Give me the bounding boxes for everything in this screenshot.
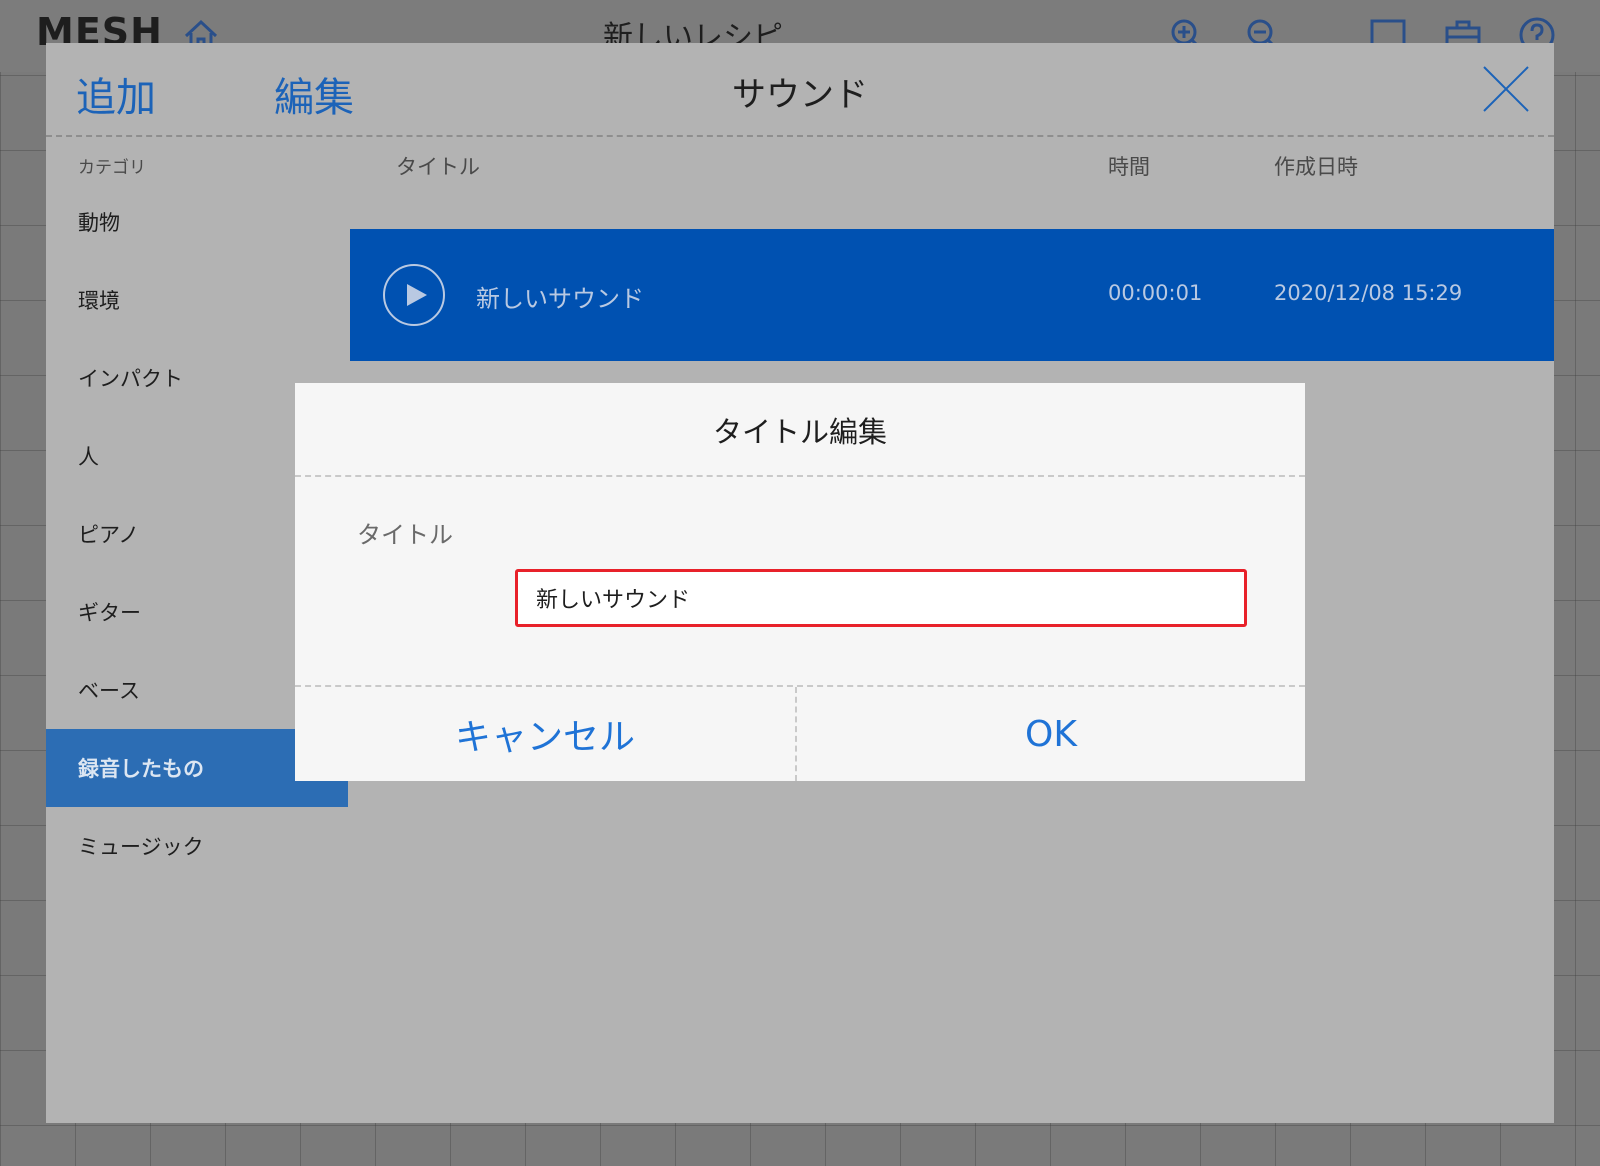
title-edit-dialog: タイトル編集 タイトル キャンセル OK: [295, 383, 1305, 781]
category-item-label: ピアノ: [78, 523, 140, 547]
category-item-label: ギター: [78, 601, 141, 625]
category-item-label: 動物: [78, 211, 120, 235]
title-field-label: タイトル: [357, 521, 453, 549]
title-input-frame: [515, 569, 1247, 627]
sound-list-row[interactable]: 新しいサウンド 00:00:01 2020/12/08 15:29: [350, 229, 1554, 361]
modal-title: サウンド: [732, 75, 868, 115]
category-item-label: インパクト: [78, 367, 183, 391]
ok-button[interactable]: OK: [797, 687, 1305, 781]
category-item-environment[interactable]: 環境: [46, 261, 348, 339]
close-icon[interactable]: [1480, 63, 1532, 115]
sound-title: 新しいサウンド: [476, 285, 644, 313]
cancel-button[interactable]: キャンセル: [295, 687, 795, 781]
category-item-animals[interactable]: 動物: [46, 183, 348, 261]
category-item-music[interactable]: ミュージック: [46, 807, 348, 885]
category-item-label: 録音したもの: [78, 757, 204, 781]
dialog-title: タイトル編集: [712, 415, 887, 449]
modal-header: 追加 編集 サウンド: [46, 43, 1554, 137]
column-header-duration: 時間: [1108, 155, 1150, 179]
column-header-title: タイトル: [396, 155, 480, 179]
category-item-label: 人: [78, 445, 99, 469]
category-item-label: ミュージック: [78, 835, 204, 859]
category-label: カテゴリ: [78, 158, 146, 178]
category-item-label: 環境: [78, 289, 120, 313]
dialog-divider: [295, 475, 1305, 477]
sound-duration: 00:00:01: [1108, 281, 1203, 305]
title-input[interactable]: [518, 572, 1236, 624]
category-item-label: ベース: [78, 679, 140, 703]
play-icon[interactable]: [382, 263, 446, 327]
column-header-created: 作成日時: [1274, 155, 1358, 179]
sound-created-date: 2020/12/08 15:29: [1274, 281, 1463, 305]
